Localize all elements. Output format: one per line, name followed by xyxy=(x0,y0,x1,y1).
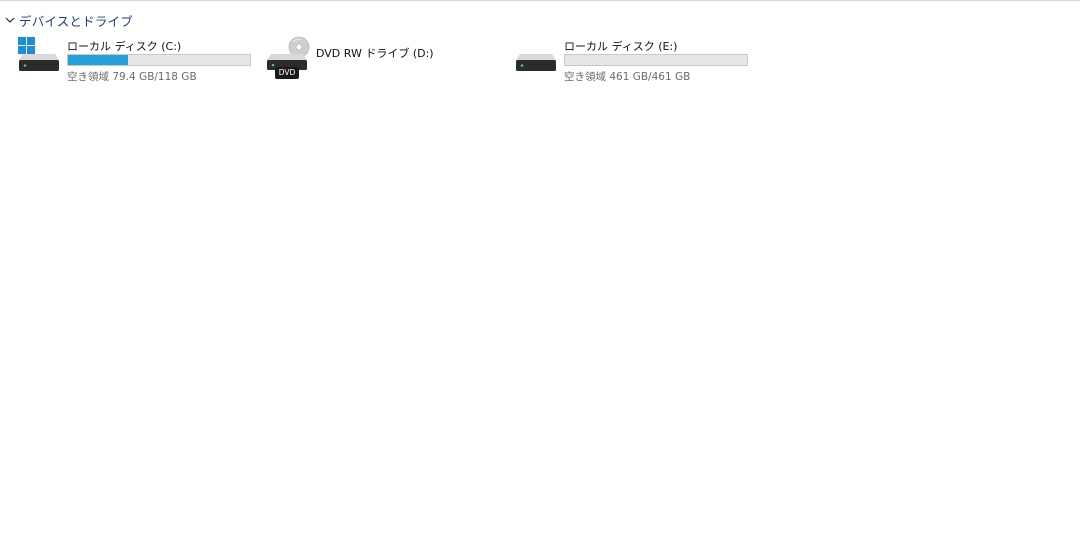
hard-drive-icon xyxy=(516,54,556,71)
dvd-badge: DVD xyxy=(278,68,296,77)
windows-drive-icon xyxy=(18,37,59,71)
devices-and-drives-header[interactable]: デバイスとドライブ xyxy=(4,10,133,30)
drive-e-name: ローカル ディスク (E:) xyxy=(564,40,678,53)
drive-d[interactable]: DVD DVD RW ドライブ (D:) xyxy=(266,36,446,88)
drive-c-name: ローカル ディスク (C:) xyxy=(67,40,182,53)
drive-e[interactable]: ローカル ディスク (E:) 空き領域 461 GB/461 GB xyxy=(514,36,754,88)
section-title: デバイスとドライブ xyxy=(19,13,133,29)
chevron-down-icon[interactable] xyxy=(4,14,16,26)
drive-c[interactable]: ローカル ディスク (C:) 空き領域 79.4 GB/118 GB xyxy=(17,36,257,88)
top-divider xyxy=(0,0,1080,1)
drive-e-free-space: 空き領域 461 GB/461 GB xyxy=(564,71,691,83)
drive-d-name: DVD RW ドライブ (D:) xyxy=(316,47,434,60)
drive-c-usage-bar xyxy=(67,54,251,66)
drive-c-free-space: 空き領域 79.4 GB/118 GB xyxy=(67,71,197,83)
drive-c-usage-fill xyxy=(68,55,128,65)
drive-e-usage-bar xyxy=(564,54,748,66)
